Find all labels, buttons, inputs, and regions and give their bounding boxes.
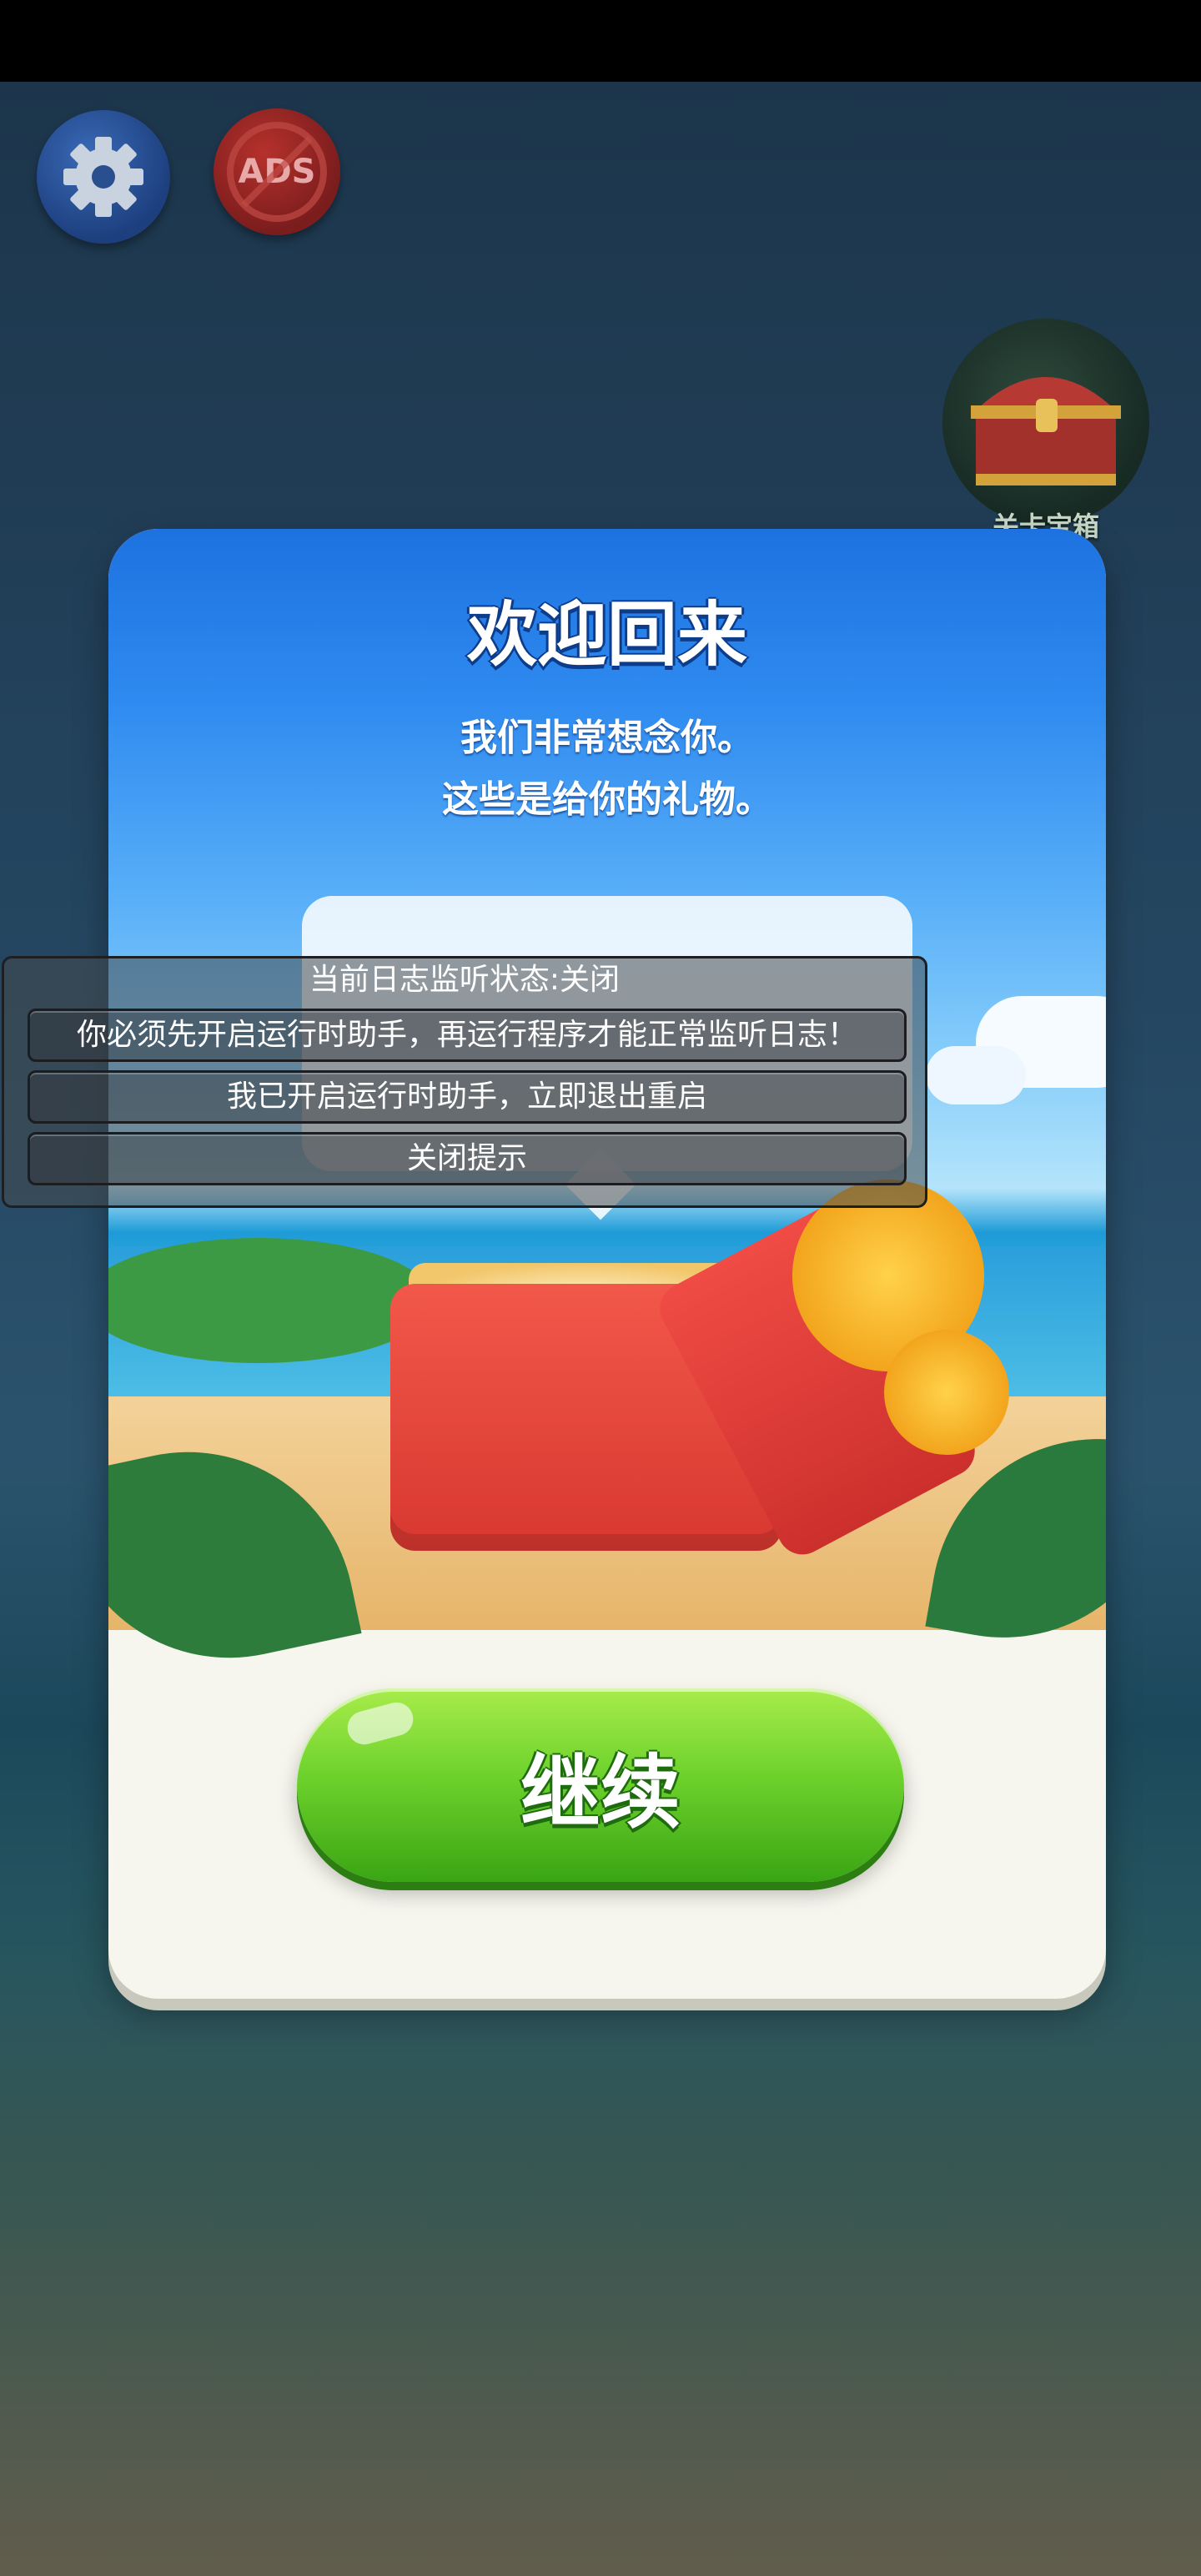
dialog-subtitle: 我们非常想念你。 这些是给你的礼物。 — [108, 707, 1106, 831]
subtitle-line-1: 我们非常想念你。 — [460, 717, 754, 759]
treasure-chest-icon — [971, 377, 1121, 486]
no-ads-icon — [227, 122, 327, 222]
dialog-title: 欢迎回来 — [466, 594, 747, 676]
welcome-back-dialog: 欢迎回来 我们非常想念你。 这些是给你的礼物。 继续 — [108, 529, 1106, 1999]
restart-with-helper-button[interactable]: 我已开启运行时助手，立即退出重启 — [28, 1070, 907, 1124]
settings-button[interactable] — [37, 110, 170, 244]
level-chest-button[interactable] — [942, 319, 1149, 526]
close-tip-button[interactable]: 关闭提示 — [28, 1132, 907, 1185]
log-warning-message[interactable]: 你必须先开启运行时助手，再运行程序才能正常监听日志！ — [28, 1009, 907, 1062]
log-status-text: 当前日志监听状态:关闭 — [309, 963, 621, 997]
gear-icon — [63, 137, 143, 217]
subtitle-line-2: 这些是给你的礼物。 — [442, 778, 772, 821]
log-monitor-panel: 当前日志监听状态:关闭 你必须先开启运行时助手，再运行程序才能正常监听日志！ 我… — [2, 956, 927, 1208]
continue-label: 继续 — [520, 1745, 681, 1839]
continue-button[interactable]: 继续 — [297, 1688, 904, 1882]
remove-ads-button[interactable]: ADS — [214, 108, 340, 235]
status-bar — [0, 0, 1201, 82]
